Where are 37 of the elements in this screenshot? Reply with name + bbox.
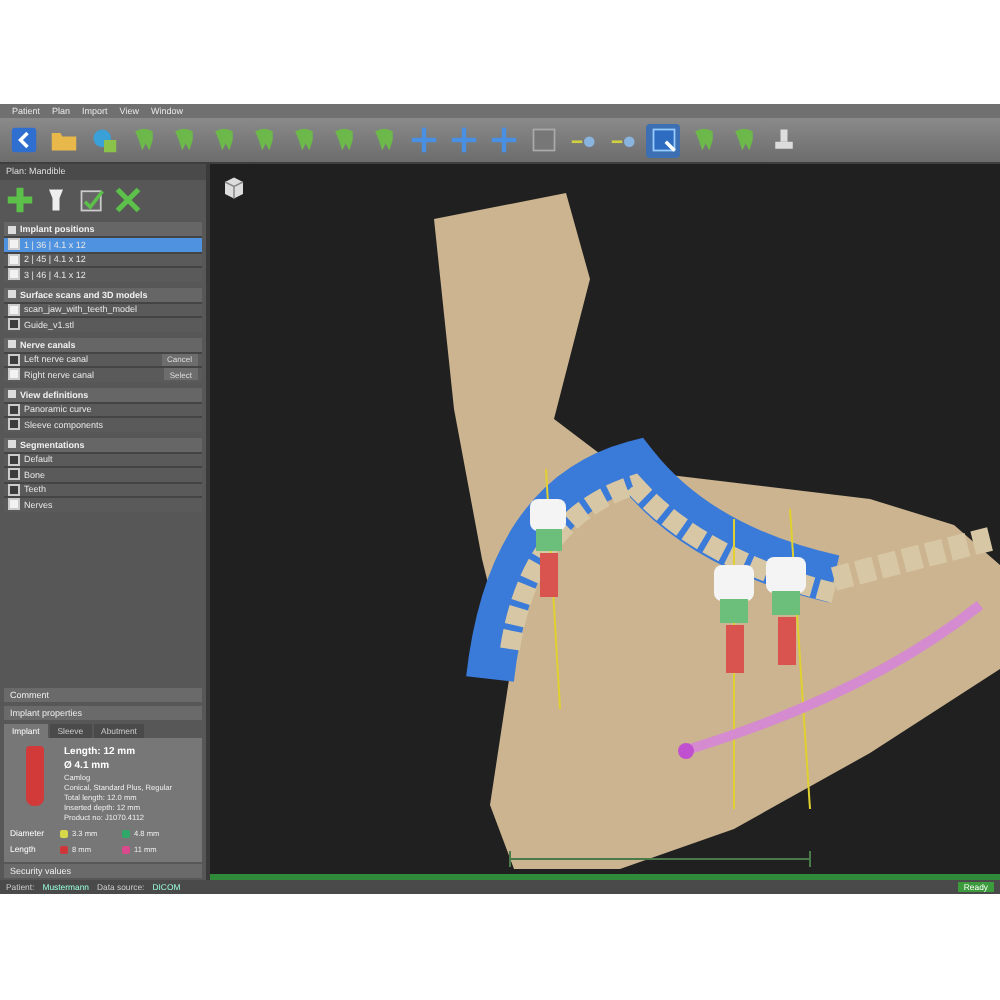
checkbox[interactable] (8, 483, 20, 496)
checkbox[interactable] (8, 318, 20, 331)
tooth-icon (689, 126, 717, 154)
cursor-icon (649, 126, 677, 154)
implant-icon (26, 746, 44, 806)
close-icon (114, 186, 142, 214)
tooth-icon (289, 126, 317, 154)
expander-icon[interactable] (8, 225, 16, 233)
arrows-icon (409, 126, 437, 154)
arrows-icon (449, 126, 477, 154)
checkbox[interactable] (8, 418, 20, 431)
stamp-icon (769, 126, 797, 154)
checkbox[interactable] (8, 238, 20, 251)
tooth-icon (729, 126, 757, 154)
chevron-icon (9, 126, 37, 154)
checkbox[interactable] (8, 303, 20, 316)
view-cube-icon[interactable] (222, 176, 246, 200)
checkbox-icon (78, 186, 106, 214)
checkbox[interactable] (8, 453, 20, 466)
plus-icon (6, 186, 34, 214)
toolbar-button[interactable] (6, 123, 40, 157)
checkbox[interactable] (8, 403, 20, 416)
checkbox[interactable] (8, 353, 20, 366)
checkbox[interactable] (8, 253, 20, 266)
checkbox[interactable] (8, 468, 20, 481)
toolbar-button[interactable] (646, 123, 680, 157)
frame-icon (529, 126, 557, 154)
tooth-icon (129, 126, 157, 154)
tooth-icon (169, 126, 197, 154)
tooth-icon (209, 126, 237, 154)
checkbox[interactable] (8, 498, 20, 511)
checkbox[interactable] (8, 368, 20, 381)
tooth-icon (369, 126, 397, 154)
tooth-icon (249, 126, 277, 154)
checkbox[interactable] (8, 268, 20, 281)
arrows-icon (489, 126, 517, 154)
tooth-icon (329, 126, 357, 154)
